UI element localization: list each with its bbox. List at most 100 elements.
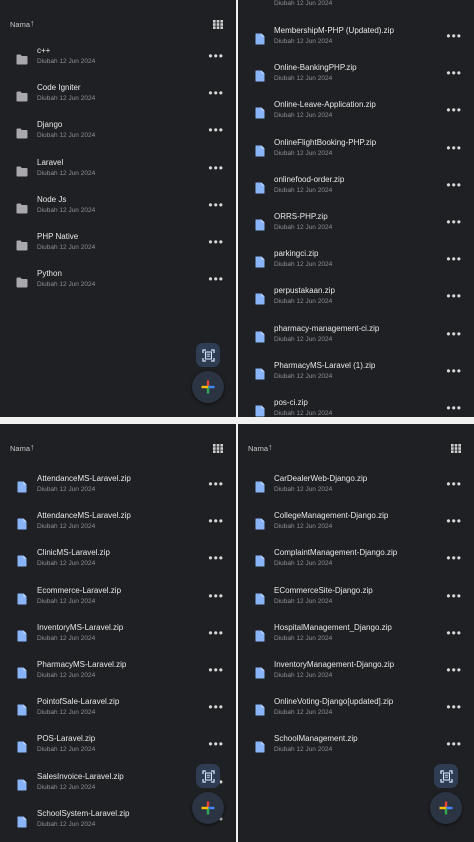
file-row[interactable]: PointofSale-Laravel.zip Diubah 12 Jun 202… <box>0 691 236 728</box>
more-horizontal-icon[interactable]: ••• <box>446 515 462 527</box>
file-row[interactable]: Online-Leave-Application.zip Diubah 12 Ju… <box>238 94 474 131</box>
more-horizontal-icon[interactable]: ••• <box>446 552 462 564</box>
file-row[interactable]: pos-ci.zip Diubah 12 Jun 2024 ••• <box>238 392 474 417</box>
more-horizontal-icon[interactable]: ••• <box>446 328 462 340</box>
file-row[interactable]: ORRS-PHP.zip Diubah 12 Jun 2024 ••• <box>238 206 474 243</box>
file-row[interactable]: MembershipM-PHP (Updated).zip Diubah 12 J… <box>238 20 474 57</box>
folder-icon <box>16 238 28 251</box>
more-horizontal-icon[interactable]: ••• <box>208 50 224 62</box>
file-row[interactable]: parkingci.zip Diubah 12 Jun 2024 ••• <box>238 243 474 280</box>
folder-row[interactable]: PHP Native Diubah 12 Jun 2024 ••• <box>0 226 236 263</box>
file-row[interactable]: ClinicMS-Laravel.zip Diubah 12 Jun 2024 ••… <box>0 542 236 579</box>
folder-row[interactable]: Python Diubah 12 Jun 2024 ••• <box>0 263 236 300</box>
more-horizontal-icon[interactable]: ••• <box>208 664 224 676</box>
folder-row[interactable]: Node Js Diubah 12 Jun 2024 ••• <box>0 189 236 226</box>
folder-row[interactable]: Code Igniter Diubah 12 Jun 2024 ••• <box>0 77 236 114</box>
file-icon <box>255 69 267 82</box>
file-name: OnlineVoting-Django[updated].zip <box>274 697 394 707</box>
file-row[interactable]: AttendanceMS-Laravel.zip Diubah 12 Jun 20… <box>0 468 236 505</box>
new-button[interactable] <box>192 792 224 824</box>
file-icon <box>255 404 267 417</box>
file-row[interactable]: SchoolManagement.zip Diubah 12 Jun 2024 ••… <box>238 728 474 765</box>
more-horizontal-icon[interactable]: ••• <box>446 104 462 116</box>
more-horizontal-icon[interactable]: ••• <box>446 738 462 750</box>
sort-arrow-icon[interactable]: ↑ <box>30 18 35 28</box>
file-modified-date: Diubah 12 Jun 2024 <box>37 746 96 754</box>
file-row[interactable]: InventoryManagement-Django.zip Diubah 12 … <box>238 654 474 691</box>
file-row[interactable]: Online-BankingPHP.zip Diubah 12 Jun 2024 •… <box>238 57 474 94</box>
more-horizontal-icon[interactable]: ••• <box>446 701 462 713</box>
file-row[interactable]: perpustakaan.zip Diubah 12 Jun 2024 ••• <box>238 280 474 317</box>
more-horizontal-icon[interactable]: ••• <box>208 162 224 174</box>
more-horizontal-icon[interactable]: ••• <box>208 199 224 211</box>
more-horizontal-icon[interactable]: ••• <box>208 590 224 602</box>
file-modified-date: Diubah 12 Jun 2024 <box>37 95 96 103</box>
file-row[interactable]: HospitalManagement_Django.zip Diubah 12 J… <box>238 617 474 654</box>
sort-arrow-icon[interactable]: ↑ <box>268 442 273 452</box>
file-modified-date: Diubah 12 Jun 2024 <box>37 206 96 214</box>
more-horizontal-icon[interactable]: ••• <box>208 236 224 248</box>
file-row[interactable]: PharmacyMS-Laravel.zip Diubah 12 Jun 2024… <box>0 654 236 691</box>
sort-label[interactable]: Nama <box>10 20 30 29</box>
file-name: parkingci.zip <box>274 249 319 259</box>
file-modified-date: Diubah 12 Jun 2024 <box>274 486 333 493</box>
more-horizontal-icon[interactable]: ••• <box>446 664 462 676</box>
more-horizontal-icon[interactable]: ••• <box>208 627 224 639</box>
file-row[interactable]: PharmacyMS-Laravel (1).zip Diubah 12 Jun … <box>238 355 474 392</box>
file-icon <box>255 703 267 716</box>
sort-arrow-icon[interactable]: ↑ <box>30 442 35 452</box>
file-row[interactable]: CollegeManagement-Django.zip Diubah 12 Ju… <box>238 505 474 542</box>
file-row[interactable]: AttendanceMS-Laravel.zip Diubah 12 Jun 20… <box>0 505 236 542</box>
file-name: SchoolManagement.zip <box>274 734 358 744</box>
scan-button[interactable] <box>196 343 220 367</box>
more-horizontal-icon[interactable]: ••• <box>446 142 462 154</box>
file-row[interactable]: ComplaintManagement-Django.zip Diubah 12 … <box>238 542 474 579</box>
folder-icon <box>16 89 28 102</box>
file-row[interactable]: OnlineVoting-Django[updated].zip Diubah 1… <box>238 691 474 728</box>
more-horizontal-icon[interactable]: ••• <box>446 179 462 191</box>
more-horizontal-icon[interactable]: ••• <box>446 365 462 377</box>
file-row[interactable]: POS-Laravel.zip Diubah 12 Jun 2024 ••• <box>0 728 236 765</box>
file-name: PharmacyMS-Laravel.zip <box>37 660 127 669</box>
file-row[interactable]: CarDealerWeb-Django.zip Diubah 12 Jun 202… <box>238 468 474 505</box>
more-horizontal-icon[interactable]: ••• <box>208 515 224 527</box>
grid-view-icon[interactable] <box>451 444 461 453</box>
more-horizontal-icon[interactable]: ••• <box>446 590 462 602</box>
file-modified-date: Diubah 12 Jun 2024 <box>274 75 333 83</box>
more-horizontal-icon[interactable]: ••• <box>208 738 224 750</box>
more-horizontal-icon[interactable]: ••• <box>446 253 462 265</box>
scan-button[interactable] <box>196 764 220 788</box>
grid-view-icon[interactable] <box>213 444 223 453</box>
scan-button[interactable] <box>434 764 458 788</box>
sort-label[interactable]: Nama <box>10 444 30 453</box>
more-horizontal-icon[interactable]: ••• <box>446 290 462 302</box>
file-row[interactable]: ECommerceSite-Django.zip Diubah 12 Jun 20… <box>238 580 474 617</box>
new-button[interactable] <box>192 371 224 403</box>
more-horizontal-icon[interactable]: ••• <box>446 627 462 639</box>
more-horizontal-icon[interactable]: ••• <box>208 701 224 713</box>
more-horizontal-icon[interactable]: ••• <box>446 402 462 414</box>
file-row[interactable]: onlinefood-order.zip Diubah 12 Jun 2024 ••… <box>238 169 474 206</box>
file-row[interactable]: pharmacy-management-ci.zip Diubah 12 Jun … <box>238 318 474 355</box>
new-button[interactable] <box>430 792 462 824</box>
file-row[interactable]: OnlineFlightBooking-PHP.zip Diubah 12 Jun… <box>238 132 474 169</box>
file-name: pos-ci.zip <box>274 398 308 407</box>
more-horizontal-icon[interactable]: ••• <box>208 552 224 564</box>
file-icon <box>255 517 267 530</box>
folder-row[interactable]: Django Diubah 12 Jun 2024 ••• <box>0 114 236 151</box>
folder-row[interactable]: c++ Diubah 12 Jun 2024 ••• <box>0 40 236 77</box>
more-horizontal-icon[interactable]: ••• <box>208 87 224 99</box>
file-row[interactable]: Ecommerce-Laravel.zip Diubah 12 Jun 2024 •… <box>0 580 236 617</box>
more-horizontal-icon[interactable]: ••• <box>446 30 462 42</box>
more-horizontal-icon[interactable]: ••• <box>208 478 224 490</box>
grid-view-icon[interactable] <box>213 20 223 29</box>
more-horizontal-icon[interactable]: ••• <box>208 273 224 285</box>
more-horizontal-icon[interactable]: ••• <box>208 124 224 136</box>
folder-row[interactable]: Laravel Diubah 12 Jun 2024 ••• <box>0 152 236 189</box>
file-name: Online-Leave-Application.zip <box>274 100 376 110</box>
sort-label[interactable]: Nama <box>248 444 268 453</box>
more-horizontal-icon[interactable]: ••• <box>446 478 462 490</box>
more-horizontal-icon[interactable]: ••• <box>446 216 462 228</box>
file-row[interactable]: InventoryMS-Laravel.zip Diubah 12 Jun 202… <box>0 617 236 654</box>
more-horizontal-icon[interactable]: ••• <box>446 67 462 79</box>
